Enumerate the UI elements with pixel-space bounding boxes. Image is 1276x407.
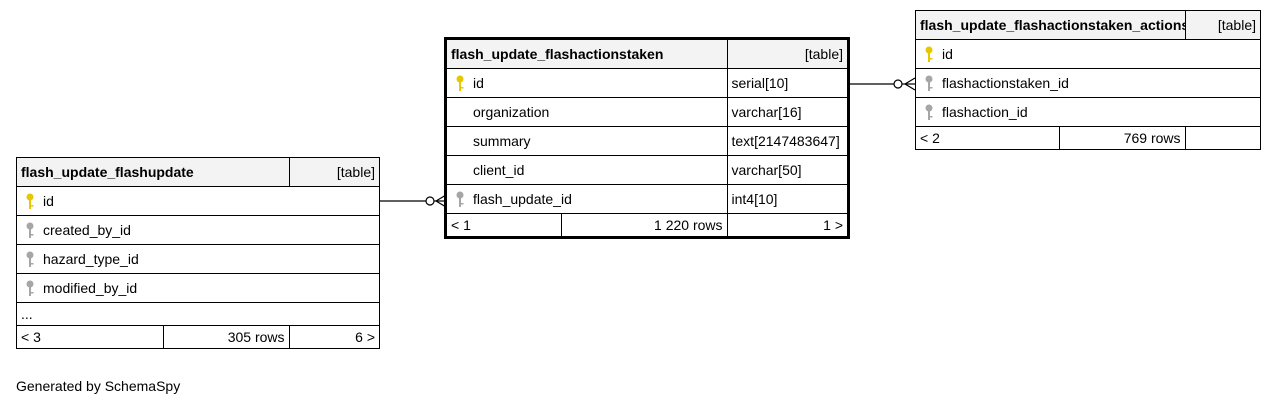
foreign-key-icon — [456, 191, 464, 207]
column-type: text[2147483647] — [726, 126, 847, 156]
table-title: flash_update_flashactionstaken_actions — [916, 11, 1186, 40]
column-name: summary — [473, 133, 531, 149]
primary-key-icon — [26, 193, 34, 209]
foreign-key-icon — [925, 75, 933, 91]
column-name: hazard_type_id — [43, 251, 139, 267]
column-name: flashaction_id — [942, 104, 1028, 120]
children-link[interactable]: 1 > — [726, 213, 847, 236]
edge-flashactionstaken-to-actions — [848, 77, 916, 91]
column-type: varchar[50] — [726, 155, 847, 185]
children-link[interactable]: 6 > — [288, 325, 379, 348]
column-type: int4[10] — [726, 184, 847, 214]
column-name: modified_by_id — [43, 280, 138, 296]
column-row[interactable]: summary — [447, 126, 728, 156]
column-row[interactable]: client_id — [447, 155, 728, 185]
children-link[interactable] — [1184, 126, 1260, 149]
parents-link[interactable]: < 2 — [916, 126, 1060, 149]
parents-link[interactable]: < 3 — [17, 325, 164, 348]
foreign-key-icon — [26, 280, 34, 296]
foreign-key-icon — [925, 104, 933, 120]
column-row[interactable]: flashactionstaken_id — [916, 68, 1260, 98]
table-kind: [table] — [288, 158, 379, 187]
column-name: created_by_id — [43, 222, 131, 238]
table-flash-update-flashactionstaken[interactable]: flash_update_flashactionstaken [table] i… — [444, 37, 850, 239]
column-row[interactable]: hazard_type_id — [17, 244, 379, 274]
more-columns-ellipsis: ... — [17, 302, 379, 326]
column-row[interactable]: id — [916, 39, 1260, 69]
foreign-key-icon — [26, 222, 34, 238]
row-count: 769 rows — [1058, 126, 1186, 149]
column-row[interactable]: flash_update_id — [447, 184, 728, 214]
column-row[interactable]: id — [17, 186, 379, 216]
edge-flashupdate-to-flashactionstaken — [380, 194, 447, 208]
column-name: id — [473, 75, 484, 91]
column-name: client_id — [473, 162, 525, 178]
column-name: id — [43, 193, 54, 209]
parents-link[interactable]: < 1 — [447, 213, 562, 236]
column-name: flashactionstaken_id — [942, 75, 1069, 91]
foreign-key-icon — [26, 251, 34, 267]
column-name: flash_update_id — [473, 191, 572, 207]
table-title: flash_update_flashupdate — [17, 158, 290, 187]
column-name: organization — [473, 104, 550, 120]
primary-key-icon — [925, 46, 933, 62]
table-kind: [table] — [726, 40, 847, 69]
column-type: varchar[16] — [726, 97, 847, 127]
column-row[interactable]: flashaction_id — [916, 97, 1260, 127]
table-kind: [table] — [1184, 11, 1260, 40]
primary-key-icon — [456, 75, 464, 91]
row-count: 305 rows — [162, 325, 290, 348]
column-row[interactable]: organization — [447, 97, 728, 127]
column-row[interactable]: modified_by_id — [17, 273, 379, 303]
column-row[interactable]: created_by_id — [17, 215, 379, 245]
column-type: serial[10] — [726, 68, 847, 98]
generated-by-label: Generated by SchemaSpy — [16, 378, 181, 394]
column-name: id — [942, 46, 953, 62]
table-flash-update-flashactionstaken-actions[interactable]: flash_update_flashactionstaken_actions [… — [915, 10, 1261, 150]
column-row[interactable]: id — [447, 68, 728, 98]
table-flash-update-flashupdate[interactable]: flash_update_flashupdate [table] id crea… — [16, 157, 380, 349]
table-title: flash_update_flashactionstaken — [447, 40, 728, 69]
row-count: 1 220 rows — [560, 213, 728, 236]
